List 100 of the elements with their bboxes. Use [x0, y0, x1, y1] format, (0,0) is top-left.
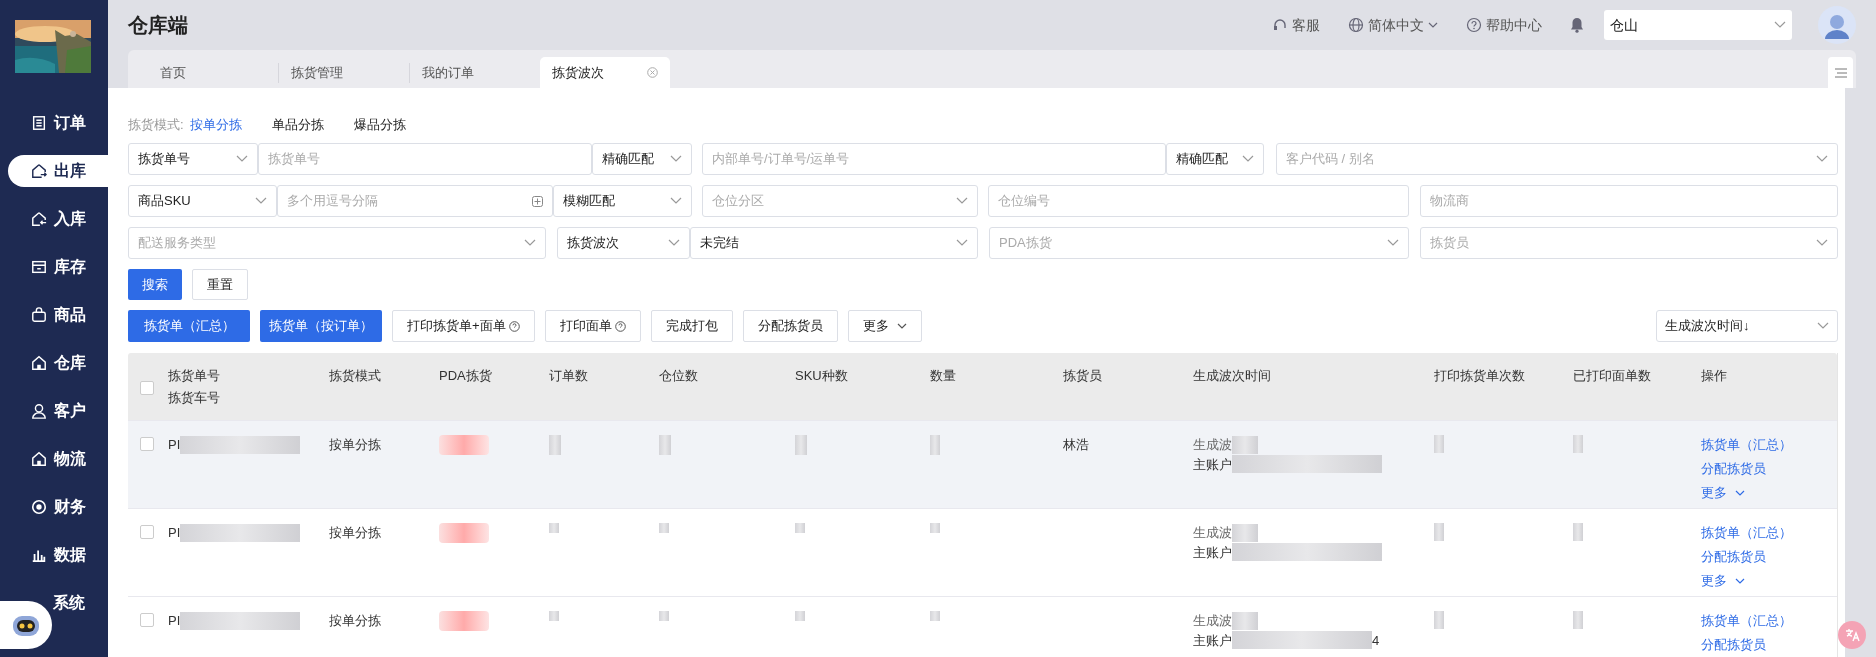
toolbar-button[interactable]: 拣货单（汇总） [128, 310, 250, 342]
toolbar-button[interactable]: 打印拣货单+面单 [392, 310, 535, 342]
chevron-down-icon [1816, 155, 1828, 163]
chevron-down-icon [1774, 21, 1786, 29]
action-link[interactable]: 分配拣货员 [1701, 635, 1831, 655]
blurred-block [549, 523, 559, 533]
column-header: 操作 [1701, 367, 1728, 385]
coin-icon [31, 499, 47, 515]
tab[interactable]: 首页 [148, 57, 278, 88]
tab[interactable]: 我的订单 [410, 57, 540, 88]
column-header: PDA拣货 [439, 367, 493, 385]
chevron-down-icon [1816, 239, 1828, 247]
dropdown-field[interactable]: 未完结 [690, 227, 978, 259]
blurred-block [930, 523, 940, 533]
chevron-down-icon [956, 239, 968, 247]
avatar-icon[interactable] [1818, 6, 1856, 44]
column-header: 已打印面单数 [1573, 367, 1652, 385]
sort-dropdown[interactable]: 生成波次时间↓ [1656, 310, 1838, 342]
blurred-block [795, 435, 807, 455]
help-link[interactable]: 帮助中心 [1466, 14, 1542, 36]
column-header: 打印拣货单次数 [1434, 367, 1526, 385]
toolbar-button[interactable]: 分配拣货员 [742, 310, 838, 342]
toolbar-button[interactable]: 完成打包 [650, 310, 733, 342]
translate-icon[interactable] [1844, 627, 1860, 643]
chevron-down-icon [1242, 155, 1254, 163]
help-icon [1466, 17, 1482, 33]
sidebar-item[interactable]: 数据 [31, 539, 86, 571]
action-link[interactable]: 拣货单（汇总） [1701, 523, 1831, 543]
action-link[interactable]: 更多 [1701, 571, 1831, 591]
chevron-down-icon [524, 239, 536, 247]
sidebar-item[interactable]: 商品 [31, 299, 86, 331]
table-cell-text: 按单分拣 [329, 436, 382, 454]
dropdown-field[interactable]: 拣货单号 [128, 143, 258, 175]
toolbar-button[interactable]: 拣货单（按订单） [260, 310, 382, 342]
dropdown-field[interactable]: 拣货波次 [557, 227, 690, 259]
chevron-down-icon [1428, 21, 1438, 29]
tab[interactable]: 拣货波次 [540, 57, 670, 88]
blurred-tag [439, 611, 489, 631]
dropdown-field[interactable]: 模糊匹配 [553, 185, 692, 217]
chevron-down-icon [1387, 239, 1399, 247]
sidebar-item[interactable]: 出库 [8, 155, 108, 187]
action-link[interactable]: 拣货单（汇总） [1701, 611, 1831, 631]
chevron-down-icon [670, 155, 682, 163]
house-icon [31, 451, 47, 467]
dropdown-field[interactable]: 精确匹配 [592, 143, 692, 175]
table-cell-text: 主账户 [1193, 455, 1232, 474]
blurred-block [549, 435, 561, 455]
sidebar-item[interactable]: 财务 [31, 491, 86, 523]
checkbox[interactable] [140, 381, 154, 395]
action-link[interactable]: 拣货单（汇总） [1701, 435, 1831, 455]
sidebar-item[interactable]: 订单 [31, 107, 86, 139]
mode-option[interactable]: 按单分拣 [189, 115, 242, 135]
table-cell-text: 主账户 [1193, 543, 1232, 562]
plus-box-icon[interactable] [532, 195, 543, 207]
blurred-block [1434, 611, 1444, 629]
house-arrow-icon [31, 163, 47, 179]
chevron-down-icon [1735, 577, 1745, 585]
search-button[interactable]: 搜索 [128, 269, 182, 300]
action-link[interactable]: 更多 [1701, 483, 1831, 503]
dropdown-field[interactable]: 精确匹配 [1166, 143, 1264, 175]
chevron-down-icon [1735, 489, 1745, 497]
sidebar-item[interactable]: 入库 [31, 203, 86, 235]
sidebar-item[interactable]: 系统 [53, 587, 85, 619]
mode-option[interactable]: 单品分拣 [271, 115, 324, 135]
blurred-block [1434, 435, 1444, 453]
warehouse-select[interactable]: 仓山 [1604, 10, 1792, 40]
dropdown-field[interactable]: 商品SKU [128, 185, 277, 217]
column-header: SKU种数 [795, 367, 849, 385]
bell-icon[interactable] [1570, 17, 1584, 33]
menu-icon[interactable] [1834, 67, 1847, 78]
checkbox[interactable] [140, 525, 154, 539]
sidebar-item[interactable]: 仓库 [31, 347, 86, 379]
reset-button[interactable]: 重置 [192, 269, 248, 300]
table-cell-text: 生成波 [1193, 436, 1232, 454]
toolbar-button[interactable]: 打印面单 [544, 310, 641, 342]
tab[interactable]: 拣货管理 [279, 57, 409, 88]
close-icon[interactable] [647, 67, 658, 78]
table-row[interactable]: PI 按单分拣 林浩 生成波 主账户 拣货单（汇总） 分配拣货员 更多 [128, 420, 1837, 508]
checkbox[interactable] [140, 613, 154, 627]
table-cell-text: 4 [1372, 631, 1380, 650]
table-cell-text: 按单分拣 [329, 524, 382, 542]
sidebar-item[interactable]: 客户 [31, 395, 86, 427]
checkbox[interactable] [140, 437, 154, 451]
table-cell-text: PI [168, 524, 181, 542]
action-link[interactable]: 分配拣货员 [1701, 547, 1831, 567]
mode-option[interactable]: 爆品分拣 [353, 115, 406, 135]
action-link[interactable]: 分配拣货员 [1701, 459, 1831, 479]
sidebar-item[interactable]: 库存 [31, 251, 86, 283]
toolbar-button[interactable]: 更多 [847, 310, 922, 342]
language-select[interactable]: 简体中文 [1348, 14, 1438, 36]
blurred-block [549, 611, 559, 621]
blurred-block [795, 611, 805, 621]
support-link[interactable]: 客服 [1272, 14, 1320, 36]
blurred-block [659, 611, 669, 621]
house-icon [31, 355, 47, 371]
sidebar-item[interactable]: 物流 [31, 443, 86, 475]
headset-icon [1272, 17, 1288, 33]
column-header: 拣货模式 [329, 367, 382, 385]
chevron-down-icon [670, 197, 682, 205]
blurred-tag [439, 435, 489, 455]
